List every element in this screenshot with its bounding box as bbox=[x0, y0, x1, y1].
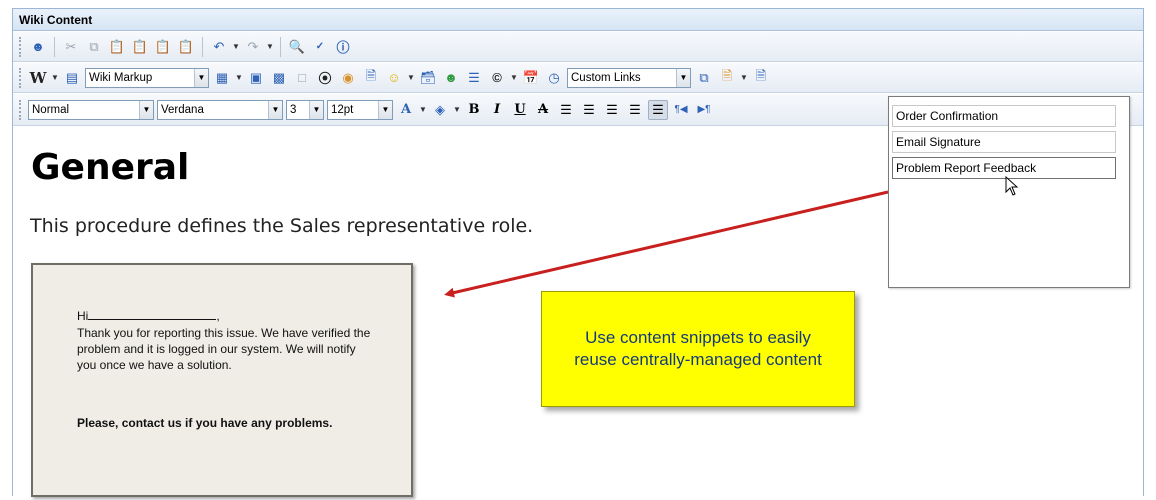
wiki-icon[interactable]: W bbox=[28, 68, 48, 88]
snippet-option-email-signature[interactable]: Email Signature bbox=[892, 131, 1116, 153]
snippet-greeting-text: Hi bbox=[77, 309, 89, 323]
chevron-down-icon[interactable]: ▼ bbox=[676, 68, 690, 87]
snippet-option-problem-report-feedback[interactable]: Problem Report Feedback bbox=[892, 157, 1116, 179]
chevron-down-icon[interactable]: ▼ bbox=[378, 100, 392, 119]
flash-icon[interactable]: □ bbox=[292, 68, 312, 88]
paste-word-icon[interactable]: 📋 bbox=[153, 37, 173, 57]
justify-icon[interactable]: ☰ bbox=[625, 100, 645, 120]
toolbar-grip[interactable] bbox=[19, 99, 23, 120]
chevron-down-icon[interactable]: ▼ bbox=[268, 100, 282, 119]
justify-full-icon[interactable]: ☰ bbox=[648, 99, 668, 120]
custom-links-select[interactable]: Custom Links ▼ bbox=[567, 67, 691, 88]
content-snippet-icon[interactable]: 🗎 bbox=[717, 68, 737, 88]
paste-icon[interactable]: 📋 bbox=[107, 37, 127, 57]
toolbar-row-1: ☻ ✂ ⧉ 📋 📋 📋 📋 ↶ ▼ ↷ ▼ 🔍 ✓ ⓘ bbox=[13, 32, 1143, 62]
paragraph-style-select[interactable]: Normal ▼ bbox=[28, 99, 154, 120]
redo-icon[interactable]: ↷ bbox=[243, 37, 263, 57]
font-family-value: Verdana bbox=[161, 103, 204, 116]
snippet-greeting: Hi, bbox=[77, 309, 220, 323]
chevron-down-icon[interactable]: ▼ bbox=[510, 73, 518, 82]
emoticon-icon[interactable]: ☺ bbox=[384, 68, 404, 88]
image-icon[interactable]: ▣ bbox=[246, 68, 266, 88]
date-icon[interactable]: 📅 bbox=[521, 68, 541, 88]
italic-icon[interactable]: I bbox=[487, 100, 507, 120]
rtl-icon[interactable]: ▶¶ bbox=[694, 100, 714, 120]
snippet-body: Thank you for reporting this issue. We h… bbox=[77, 326, 371, 372]
separator bbox=[54, 36, 55, 57]
highlight-icon[interactable]: ◈ bbox=[430, 100, 450, 120]
list-icon[interactable]: ☰ bbox=[464, 68, 484, 88]
chevron-down-icon[interactable]: ▼ bbox=[235, 73, 243, 82]
document-icon[interactable]: 🗎 bbox=[361, 68, 381, 88]
paste-text-icon[interactable]: 📋 bbox=[130, 37, 150, 57]
snippet-bold-text: Please, contact us if you have any probl… bbox=[77, 416, 333, 430]
cut-icon[interactable]: ✂ bbox=[61, 37, 81, 57]
user-icon[interactable]: ☻ bbox=[28, 37, 48, 57]
template-icon[interactable]: 🗃 bbox=[418, 68, 438, 88]
underline-icon[interactable]: U bbox=[510, 100, 530, 120]
insert-snippet-icon[interactable]: 🗎 bbox=[751, 68, 771, 88]
font-color-icon[interactable]: A bbox=[396, 100, 416, 120]
custom-links-select-value: Custom Links bbox=[571, 71, 641, 84]
font-size-select[interactable]: 3 ▼ bbox=[286, 99, 324, 120]
strikethrough-icon[interactable]: A bbox=[533, 100, 553, 120]
snippet-option-order-confirmation[interactable]: Order Confirmation bbox=[892, 105, 1116, 127]
find-icon[interactable]: 🔍 bbox=[287, 37, 307, 57]
markup-select-value: Wiki Markup bbox=[89, 71, 153, 84]
chevron-down-icon[interactable]: ▼ bbox=[266, 42, 274, 51]
callout-text: Use content snippets to easily reuse cen… bbox=[574, 328, 822, 369]
font-family-select[interactable]: Verdana ▼ bbox=[157, 99, 283, 120]
clock-icon[interactable]: ◷ bbox=[544, 68, 564, 88]
table-icon[interactable]: ▦ bbox=[212, 68, 232, 88]
font-size-value: 3 bbox=[290, 103, 297, 116]
compass-icon[interactable]: ⦿ bbox=[315, 68, 335, 88]
chevron-down-icon[interactable]: ▼ bbox=[139, 100, 153, 119]
callout-note: Use content snippets to easily reuse cen… bbox=[541, 291, 855, 407]
window-title: Wiki Content bbox=[13, 9, 1143, 31]
chevron-down-icon[interactable]: ▼ bbox=[194, 68, 208, 87]
undo-icon[interactable]: ↶ bbox=[209, 37, 229, 57]
spellcheck-icon[interactable]: ✓ bbox=[310, 37, 330, 57]
intro-paragraph: This procedure defines the Sales represe… bbox=[30, 215, 534, 237]
paste-html-icon[interactable]: 📋 bbox=[176, 37, 196, 57]
snippet-preview: Hi, Thank you for reporting this issue. … bbox=[31, 263, 413, 497]
chevron-down-icon[interactable]: ▼ bbox=[453, 105, 461, 114]
toolbar-row-2: W ▼ ▤ Wiki Markup ▼ ▦ ▼ ▣ ▩ □ ⦿ ◉ 🗎 ☺ ▼ … bbox=[13, 63, 1143, 93]
help-icon[interactable]: ⓘ bbox=[333, 37, 353, 57]
mouse-cursor-icon bbox=[1005, 176, 1019, 196]
separator bbox=[280, 36, 281, 57]
chevron-down-icon[interactable]: ▼ bbox=[51, 73, 59, 82]
chevron-down-icon[interactable]: ▼ bbox=[740, 73, 748, 82]
chevron-down-icon[interactable]: ▼ bbox=[407, 73, 415, 82]
snippet-copy-icon[interactable]: ⧉ bbox=[694, 68, 714, 88]
page-heading: General bbox=[31, 147, 190, 188]
align-right-icon[interactable]: ☰ bbox=[602, 100, 622, 120]
font-pt-value: 12pt bbox=[331, 103, 354, 116]
align-center-icon[interactable]: ☰ bbox=[579, 100, 599, 120]
snippet-greeting-end: , bbox=[216, 309, 220, 323]
media-icon[interactable]: ◉ bbox=[338, 68, 358, 88]
toolbar-grip[interactable] bbox=[19, 67, 23, 88]
copyright-icon[interactable]: © bbox=[487, 68, 507, 88]
image-map-icon[interactable]: ▩ bbox=[269, 68, 289, 88]
name-blank-line bbox=[88, 309, 217, 320]
chevron-down-icon[interactable]: ▼ bbox=[419, 105, 427, 114]
toolbar-grip[interactable] bbox=[19, 36, 23, 57]
bold-icon[interactable]: B bbox=[464, 100, 484, 120]
chevron-down-icon[interactable]: ▼ bbox=[309, 100, 323, 119]
font-pt-select[interactable]: 12pt ▼ bbox=[327, 99, 393, 120]
users-icon[interactable]: ☻ bbox=[441, 68, 461, 88]
align-left-icon[interactable]: ☰ bbox=[556, 100, 576, 120]
markup-select[interactable]: Wiki Markup ▼ bbox=[85, 67, 209, 88]
paragraph-style-value: Normal bbox=[32, 103, 70, 116]
separator bbox=[202, 36, 203, 57]
chevron-down-icon[interactable]: ▼ bbox=[232, 42, 240, 51]
save-icon[interactable]: ▤ bbox=[62, 68, 82, 88]
copy-icon[interactable]: ⧉ bbox=[84, 37, 104, 57]
ltr-icon[interactable]: ¶◀ bbox=[671, 100, 691, 120]
